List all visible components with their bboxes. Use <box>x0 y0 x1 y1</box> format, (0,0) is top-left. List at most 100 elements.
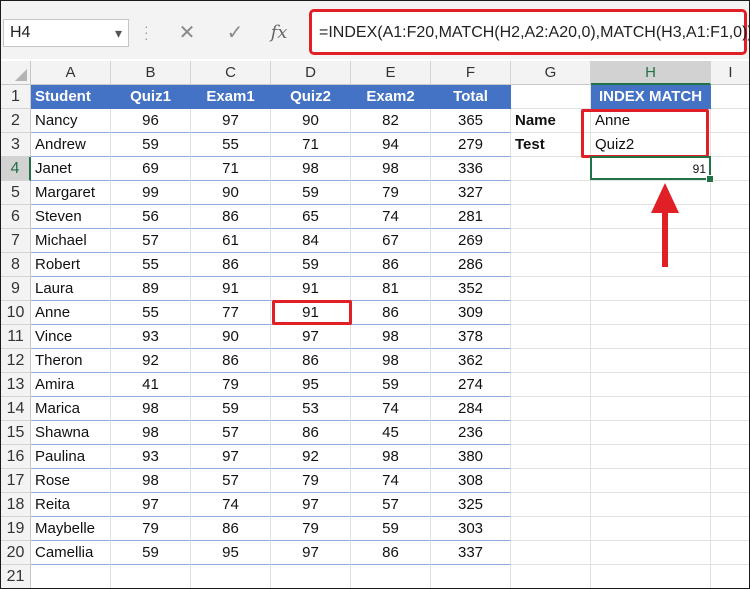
index-match-title[interactable]: INDEX MATCH <box>591 85 711 109</box>
cell-i14[interactable] <box>711 397 749 421</box>
student-name-cell[interactable]: Camellia <box>31 541 111 565</box>
score-cell[interactable]: 97 <box>111 493 191 517</box>
score-cell[interactable]: 79 <box>271 517 351 541</box>
cell-g11[interactable] <box>511 325 591 349</box>
column-header-b[interactable]: B <box>111 61 191 85</box>
student-name-cell[interactable]: Vince <box>31 325 111 349</box>
student-name-cell[interactable]: Reita <box>31 493 111 517</box>
score-cell[interactable]: 286 <box>431 253 511 277</box>
score-cell[interactable]: 99 <box>111 181 191 205</box>
table-header-quiz1[interactable]: Quiz1 <box>111 85 191 109</box>
cell-h10[interactable] <box>591 301 711 325</box>
cell-g13[interactable] <box>511 373 591 397</box>
score-cell[interactable]: 41 <box>111 373 191 397</box>
cell-h16[interactable] <box>591 445 711 469</box>
cell-i3[interactable] <box>711 133 749 157</box>
row-header-20[interactable]: 20 <box>1 541 31 565</box>
score-cell[interactable]: 55 <box>111 253 191 277</box>
cell-h20[interactable] <box>591 541 711 565</box>
cell-h15[interactable] <box>591 421 711 445</box>
table-header-exam2[interactable]: Exam2 <box>351 85 431 109</box>
score-cell[interactable]: 77 <box>191 301 271 325</box>
score-cell[interactable]: 55 <box>191 133 271 157</box>
fill-handle[interactable] <box>706 175 714 183</box>
score-cell[interactable]: 95 <box>271 373 351 397</box>
row-header-5[interactable]: 5 <box>1 181 31 205</box>
score-cell[interactable]: 82 <box>351 109 431 133</box>
score-cell[interactable]: 59 <box>271 253 351 277</box>
score-cell[interactable]: 86 <box>351 253 431 277</box>
score-cell[interactable]: 71 <box>271 133 351 157</box>
score-cell[interactable]: 97 <box>191 109 271 133</box>
score-cell[interactable]: 336 <box>431 157 511 181</box>
score-cell[interactable]: 284 <box>431 397 511 421</box>
score-cell[interactable]: 89 <box>111 277 191 301</box>
column-header-c[interactable]: C <box>191 61 271 85</box>
cell-h19[interactable] <box>591 517 711 541</box>
student-name-cell[interactable]: Margaret <box>31 181 111 205</box>
column-header-g[interactable]: G <box>511 61 591 85</box>
score-cell[interactable]: 81 <box>351 277 431 301</box>
student-name-cell[interactable]: Theron <box>31 349 111 373</box>
cell-i5[interactable] <box>711 181 749 205</box>
score-cell[interactable]: 90 <box>271 109 351 133</box>
score-cell[interactable]: 327 <box>431 181 511 205</box>
score-cell[interactable]: 59 <box>351 517 431 541</box>
column-header-i[interactable]: I <box>711 61 749 85</box>
student-name-cell[interactable]: Marica <box>31 397 111 421</box>
cell-i12[interactable] <box>711 349 749 373</box>
score-cell[interactable]: 79 <box>271 469 351 493</box>
cell-h21[interactable] <box>591 565 711 588</box>
cell-g16[interactable] <box>511 445 591 469</box>
cell-g21[interactable] <box>511 565 591 588</box>
score-cell[interactable]: 98 <box>351 157 431 181</box>
row-header-14[interactable]: 14 <box>1 397 31 421</box>
score-cell[interactable]: 98 <box>351 325 431 349</box>
student-name-cell[interactable]: Nancy <box>31 109 111 133</box>
cell-d21[interactable] <box>271 565 351 588</box>
score-cell[interactable]: 92 <box>271 445 351 469</box>
score-cell[interactable]: 56 <box>111 205 191 229</box>
score-cell[interactable]: 74 <box>351 205 431 229</box>
score-cell[interactable]: 352 <box>431 277 511 301</box>
cell-i21[interactable] <box>711 565 749 588</box>
cell-h11[interactable] <box>591 325 711 349</box>
score-cell[interactable]: 79 <box>111 517 191 541</box>
cell-i16[interactable] <box>711 445 749 469</box>
score-cell[interactable]: 57 <box>351 493 431 517</box>
score-cell[interactable]: 97 <box>191 445 271 469</box>
score-cell[interactable]: 71 <box>191 157 271 181</box>
score-cell[interactable]: 86 <box>191 205 271 229</box>
score-cell[interactable]: 86 <box>351 541 431 565</box>
row-header-18[interactable]: 18 <box>1 493 31 517</box>
score-cell[interactable]: 281 <box>431 205 511 229</box>
cell-i19[interactable] <box>711 517 749 541</box>
column-header-e[interactable]: E <box>351 61 431 85</box>
score-cell[interactable]: 91 <box>271 277 351 301</box>
cell-e21[interactable] <box>351 565 431 588</box>
cell-g5[interactable] <box>511 181 591 205</box>
student-name-cell[interactable]: Michael <box>31 229 111 253</box>
row-header-11[interactable]: 11 <box>1 325 31 349</box>
row-header-16[interactable]: 16 <box>1 445 31 469</box>
table-header-student[interactable]: Student <box>31 85 111 109</box>
row-header-10[interactable]: 10 <box>1 301 31 325</box>
column-header-f[interactable]: F <box>431 61 511 85</box>
cell-i1[interactable] <box>711 85 749 109</box>
cell-h12[interactable] <box>591 349 711 373</box>
score-cell[interactable]: 86 <box>271 349 351 373</box>
row-header-6[interactable]: 6 <box>1 205 31 229</box>
cell-h13[interactable] <box>591 373 711 397</box>
score-cell[interactable]: 69 <box>111 157 191 181</box>
score-cell[interactable]: 91 <box>191 277 271 301</box>
cell-h17[interactable] <box>591 469 711 493</box>
row-header-1[interactable]: 1 <box>1 85 31 109</box>
column-header-d[interactable]: D <box>271 61 351 85</box>
score-cell[interactable]: 362 <box>431 349 511 373</box>
score-cell[interactable]: 79 <box>351 181 431 205</box>
score-cell[interactable]: 86 <box>271 421 351 445</box>
score-cell[interactable]: 79 <box>191 373 271 397</box>
name-box[interactable]: H4 ▾ <box>3 19 129 47</box>
cell-i20[interactable] <box>711 541 749 565</box>
student-name-cell[interactable]: Rose <box>31 469 111 493</box>
